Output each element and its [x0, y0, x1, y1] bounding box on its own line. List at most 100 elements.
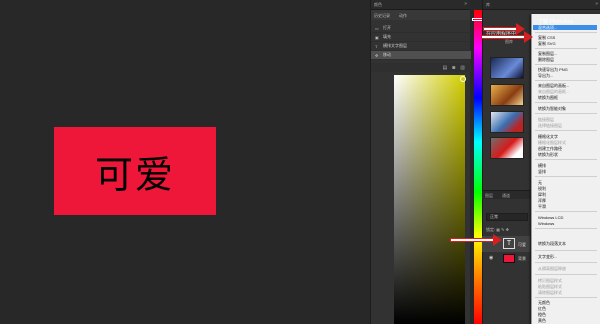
menu-separator — [535, 80, 597, 81]
menu-separator — [535, 159, 597, 160]
text-layer-name[interactable]: 可爱 — [518, 242, 526, 248]
menu-item-aa-smooth[interactable]: 平滑 — [538, 204, 546, 209]
annotation-arrow-icon — [450, 234, 503, 246]
annotation-arrow-icon — [483, 23, 525, 35]
menu-item-color-yellow[interactable]: 黄色 — [538, 318, 546, 323]
history-item-open[interactable]: ▭ 打开 — [371, 24, 471, 33]
menu-item-vertical[interactable]: 竖排 — [538, 169, 546, 174]
libraries-tabbar: 库 » — [483, 0, 600, 10]
document-canvas-area[interactable]: 可爱 — [0, 0, 370, 324]
menu-separator — [535, 176, 597, 177]
menu-item-link-layers: 链接图层 — [538, 117, 554, 122]
menu-item-convert-to-shape[interactable]: 转换为形状 — [538, 152, 558, 157]
history-item-move[interactable]: ✥ 移动 — [371, 51, 471, 60]
menu-item-paste-style: 粘贴图层样式 — [538, 284, 562, 289]
menu-item-color-red[interactable]: 红色 — [538, 306, 546, 311]
menu-separator — [535, 250, 597, 251]
menu-separator — [535, 113, 597, 114]
fill-icon: ▣ — [375, 34, 379, 40]
menu-item-export-as[interactable]: 导出为... — [538, 73, 553, 78]
eye-icon[interactable]: ◉ — [489, 255, 493, 261]
history-item-label: 移动 — [383, 52, 391, 57]
menu-item-warp-text[interactable]: 文字变形... — [538, 254, 557, 259]
move-icon: ✥ — [375, 52, 379, 58]
menu-item-color-orange[interactable]: 橙色 — [538, 312, 546, 317]
arrow-shaft — [483, 27, 517, 31]
menu-item-create-work-path[interactable]: 创建工作路径 — [538, 146, 562, 151]
menu-item-rasterize-style: 栅格化图层样式 — [538, 140, 566, 145]
history-item-fill[interactable]: ▣ 填充 — [371, 33, 471, 42]
history-item-label: 横排文字图层 — [383, 43, 407, 48]
menu-item-convert-smart-object[interactable]: 转换为智能对象 — [538, 106, 566, 111]
history-footer: ▤ ◙ ▥ — [371, 63, 471, 72]
library-thumbnail[interactable] — [490, 57, 524, 79]
menu-item-clear-style: 清除图层样式 — [538, 290, 562, 295]
type-tool-icon: T — [375, 43, 378, 49]
menu-item-frame-from-layers: 来自图层的画框... — [538, 89, 570, 94]
snapshot-icon[interactable]: ▤ — [443, 65, 448, 71]
menu-item-copy-css[interactable]: 复制 CSS — [538, 35, 555, 40]
lock-label-text: 锁定: — [486, 227, 496, 232]
lock-label: 锁定: ▦ ✎ ✥ — [486, 227, 509, 233]
tab-layers[interactable]: 图层 — [485, 193, 493, 199]
tab-channels[interactable]: 通道 — [502, 193, 510, 199]
annotation-arrow-icon — [481, 31, 533, 43]
history-item-label: 打开 — [383, 25, 391, 30]
menu-item-select-linked: 选择链接图层 — [538, 123, 562, 128]
menu-item-color-none[interactable]: 无颜色 — [538, 300, 550, 305]
menu-item-aa-strong[interactable]: 浑厚 — [538, 198, 546, 203]
blend-mode-select[interactable]: 正常 — [486, 213, 528, 221]
arrow-shaft — [450, 238, 494, 242]
menu-separator — [535, 64, 597, 65]
type-layer-thumbnail-icon[interactable]: T — [503, 238, 515, 249]
lock-icons[interactable]: ▦ ✎ ✥ — [496, 227, 509, 232]
menu-separator — [535, 32, 597, 33]
menu-item-convert-to-frame[interactable]: 转换为图框 — [538, 95, 558, 100]
tab-actions[interactable]: 动作 — [399, 13, 407, 19]
menu-item-delete-layer[interactable]: 删除图层 — [538, 57, 554, 62]
menu-separator — [535, 211, 597, 212]
double-chevron-icon[interactable]: » — [464, 1, 467, 7]
background-layer-thumbnail[interactable] — [503, 254, 515, 263]
menu-separator — [535, 274, 597, 275]
library-thumbnail[interactable] — [490, 84, 524, 106]
menu-item-windows-lcd[interactable]: Windows LCD — [538, 215, 563, 220]
menu-item-copy-svg[interactable]: 复制 SVG — [538, 41, 556, 46]
color-picker-field[interactable] — [394, 75, 465, 324]
arrow-head — [524, 31, 533, 43]
camera-icon[interactable]: ◙ — [452, 65, 455, 71]
double-chevron-icon[interactable]: » — [595, 1, 598, 7]
menu-item-rasterize-type[interactable]: 栅格化文字 — [538, 134, 558, 139]
menu-item-quick-export-png[interactable]: 快速导出为 PNG — [538, 67, 568, 72]
history-tabbar: 历史记录 动作 — [371, 10, 470, 20]
menu-item-aa-crisp[interactable]: 犀利 — [538, 192, 546, 197]
menu-item-duplicate-layer[interactable]: 复制图层... — [538, 51, 557, 56]
menu-item-windows[interactable]: Windows — [538, 221, 554, 226]
menu-item-horizontal[interactable]: 横排 — [538, 163, 546, 168]
document-artwork[interactable]: 可爱 — [54, 127, 216, 215]
menu-separator — [535, 48, 597, 49]
menu-separator — [535, 262, 597, 263]
hue-slider[interactable] — [474, 10, 482, 324]
background-layer-name[interactable]: 背景 — [518, 256, 526, 262]
history-item-type-layer[interactable]: T 横排文字图层 — [371, 42, 471, 51]
libraries-tab[interactable]: 库 — [486, 2, 490, 8]
color-picker-cursor[interactable] — [460, 76, 466, 82]
menu-item-convert-paragraph[interactable]: 转换为段落文本 — [538, 241, 566, 246]
history-item-label: 填充 — [383, 34, 391, 39]
menu-item-release-isolation: 从隔离图层释放 — [538, 266, 566, 271]
library-thumbnail[interactable] — [490, 137, 524, 159]
document-icon: ▭ — [375, 25, 379, 31]
trash-icon[interactable]: ▥ — [460, 65, 465, 71]
menu-item-artboard-from-layers[interactable]: 来自图层的画板... — [538, 83, 569, 88]
menu-item-blending-options[interactable]: 混合选项... — [533, 25, 597, 30]
menu-item-aa-none[interactable]: 无 — [538, 180, 542, 185]
tab-history[interactable]: 历史记录 — [374, 13, 390, 19]
history-list: ▭ 打开 ▣ 填充 T 横排文字图层 ✥ 移动 — [371, 24, 471, 60]
library-thumbnail[interactable] — [490, 111, 524, 133]
context-menu-title[interactable]: 了解 Photoshop — [538, 18, 573, 25]
menu-item-aa-sharp[interactable]: 锐利 — [538, 186, 546, 191]
menu-separator — [535, 297, 597, 298]
menu-separator — [535, 228, 597, 229]
color-tab[interactable]: 颜色 — [374, 2, 382, 8]
